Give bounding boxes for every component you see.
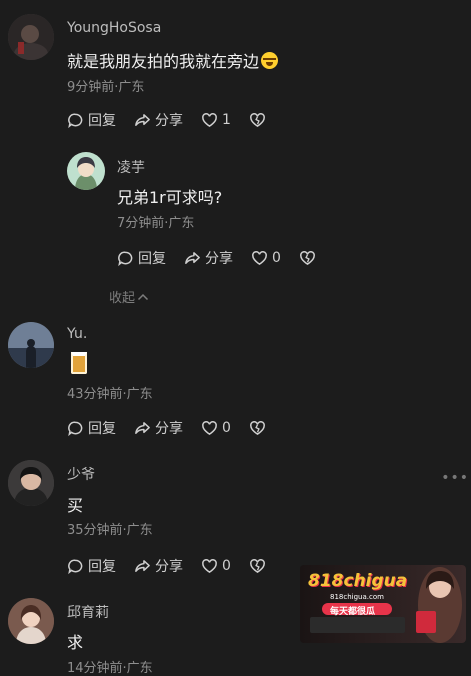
like-count: 0	[222, 558, 231, 574]
timestamp-location: 14分钟前·广东	[67, 661, 153, 676]
beer-emoji-icon	[71, 352, 87, 374]
laughing-crying-emoji-icon	[261, 52, 279, 69]
chevron-up-icon	[137, 293, 149, 301]
dislike-button[interactable]	[249, 112, 266, 129]
broken-heart-icon	[300, 250, 315, 265]
like-count: 0	[272, 250, 281, 266]
avatar[interactable]	[8, 322, 54, 368]
reply-button[interactable]: 回复	[67, 418, 116, 438]
ad-brand-logo: 818chigua	[308, 571, 408, 591]
avatar[interactable]	[8, 460, 54, 506]
collapse-replies-button[interactable]: 收起	[109, 287, 149, 306]
action-bar: 回复 分享 0	[117, 248, 316, 268]
collapse-label: 收起	[109, 291, 136, 306]
like-button[interactable]: 0	[201, 420, 231, 437]
action-bar: 回复 分享 0	[67, 418, 266, 438]
reply-label: 回复	[138, 251, 166, 267]
avatar[interactable]	[8, 598, 54, 644]
share-button[interactable]: 分享	[134, 556, 183, 576]
comment-text: 就是我朋友拍的我就在旁边	[67, 48, 279, 72]
action-bar: 回复 分享 0	[67, 556, 266, 576]
comment-text: 求	[67, 633, 84, 652]
avatar[interactable]	[67, 152, 105, 190]
timestamp-location: 7分钟前·广东	[117, 216, 195, 231]
comment-text: 买	[67, 496, 84, 515]
share-icon	[135, 559, 150, 572]
reply-label: 回复	[88, 559, 116, 575]
share-button[interactable]: 分享	[134, 110, 183, 130]
ad-slogan: 每天都很瓜	[330, 607, 376, 617]
reply-button[interactable]: 回复	[67, 556, 116, 576]
more-options-icon[interactable]: •••	[441, 470, 469, 486]
share-label: 分享	[155, 113, 183, 129]
broken-heart-icon	[250, 558, 265, 573]
dislike-button[interactable]	[299, 250, 316, 267]
share-icon	[135, 421, 150, 434]
heart-icon	[252, 250, 267, 265]
heart-icon	[202, 112, 217, 127]
broken-heart-icon	[250, 420, 265, 435]
comment-text	[71, 352, 87, 378]
broken-heart-icon	[250, 112, 265, 127]
comment-text: 兄弟1r可求吗?	[117, 188, 223, 207]
username[interactable]: Yu.	[67, 326, 87, 342]
share-button[interactable]: 分享	[134, 418, 183, 438]
username[interactable]: 凌芋	[117, 157, 145, 177]
comment-text-content: 就是我朋友拍的我就在旁边	[67, 52, 260, 71]
like-button[interactable]: 0	[201, 558, 231, 575]
reply-button[interactable]: 回复	[117, 248, 166, 268]
reply-icon	[68, 113, 83, 128]
timestamp-location: 35分钟前·广东	[67, 523, 153, 538]
reply-label: 回复	[88, 113, 116, 129]
username[interactable]: 邱育莉	[67, 602, 109, 622]
like-count: 0	[222, 420, 231, 436]
username[interactable]: YoungHoSosa	[67, 20, 161, 36]
timestamp-location: 9分钟前·广东	[67, 80, 145, 95]
share-icon	[135, 113, 150, 126]
ad-site-url: 818chigua.com	[330, 593, 384, 601]
like-button[interactable]: 0	[251, 250, 281, 267]
heart-icon	[202, 558, 217, 573]
reply-icon	[68, 559, 83, 574]
reply-icon	[118, 251, 133, 266]
share-label: 分享	[205, 251, 233, 267]
share-label: 分享	[155, 421, 183, 437]
reply-button[interactable]: 回复	[67, 110, 116, 130]
share-button[interactable]: 分享	[184, 248, 233, 268]
reply-label: 回复	[88, 421, 116, 437]
like-count: 1	[222, 112, 231, 128]
share-label: 分享	[155, 559, 183, 575]
action-bar: 回复 分享 1	[67, 110, 266, 130]
avatar[interactable]	[8, 14, 54, 60]
timestamp-location: 43分钟前·广东	[67, 387, 153, 402]
dislike-button[interactable]	[249, 420, 266, 437]
reply-icon	[68, 421, 83, 436]
dislike-button[interactable]	[249, 558, 266, 575]
username[interactable]: 少爷	[67, 464, 95, 484]
share-icon	[185, 251, 200, 264]
ad-banner[interactable]: 818chigua 818chigua.com 每天都很瓜	[300, 565, 466, 643]
heart-icon	[202, 420, 217, 435]
like-button[interactable]: 1	[201, 112, 231, 129]
